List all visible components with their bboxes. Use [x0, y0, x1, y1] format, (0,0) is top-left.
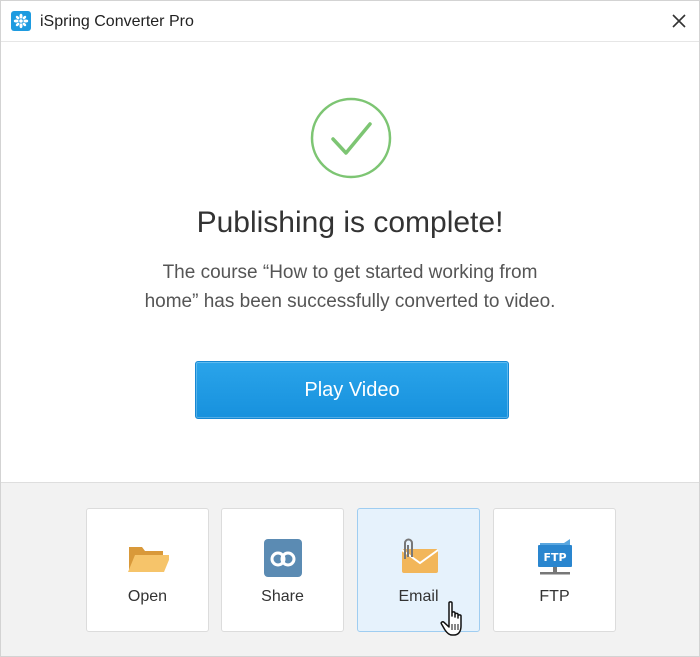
main-panel: Publishing is complete! The course “How … — [1, 42, 699, 482]
share-button[interactable]: Share — [221, 508, 344, 632]
email-icon — [398, 537, 440, 579]
message-line-1: The course “How to get started working f… — [162, 262, 538, 283]
email-label: Email — [398, 588, 439, 605]
completion-heading: Publishing is complete! — [196, 206, 504, 239]
play-video-button[interactable]: Play Video — [195, 361, 509, 419]
ftp-icon-text: FTP — [543, 551, 566, 564]
ispring-logo-icon — [11, 11, 31, 31]
close-button[interactable] — [667, 9, 691, 33]
email-button[interactable]: Email — [357, 508, 480, 632]
completion-message: The course “How to get started working f… — [101, 258, 599, 316]
open-button[interactable]: Open — [86, 508, 209, 632]
window-title: iSpring Converter Pro — [40, 13, 194, 30]
ftp-icon: FTP — [534, 537, 576, 579]
share-label: Share — [261, 588, 304, 605]
message-line-2: home” has been successfully converted to… — [144, 291, 556, 312]
ftp-label: FTP — [539, 588, 570, 605]
open-label: Open — [127, 588, 168, 605]
folder-icon — [127, 537, 171, 579]
ftp-button[interactable]: FTP FTP — [493, 508, 616, 632]
share-icon — [262, 537, 304, 579]
success-check-icon — [310, 97, 392, 179]
actions-panel: Open Share Email FTP FTP — [1, 482, 699, 656]
title-bar: iSpring Converter Pro — [1, 1, 699, 42]
app-window: iSpring Converter Pro Publishing is comp… — [0, 0, 700, 657]
close-icon — [672, 14, 686, 28]
